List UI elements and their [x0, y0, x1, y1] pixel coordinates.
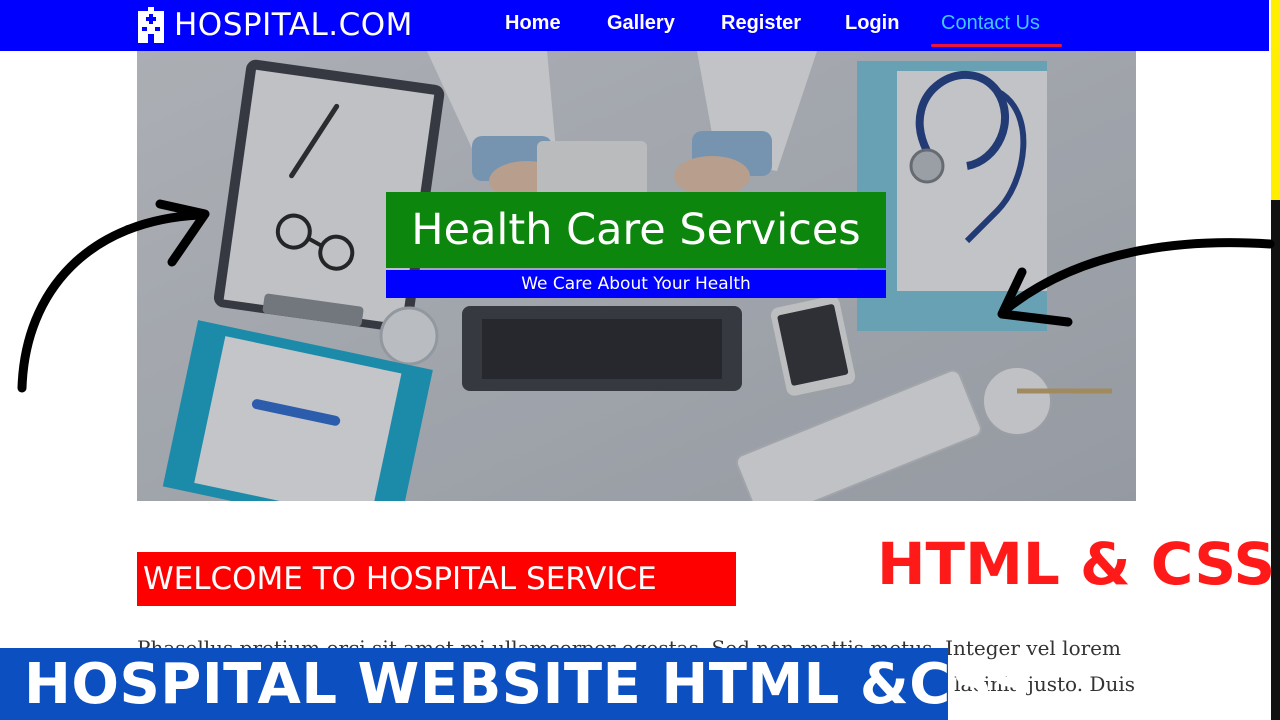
edge-stripe-black: [1271, 200, 1280, 720]
brand-logo[interactable]: HOSPITAL.COM: [136, 7, 413, 43]
brand-name: HOSPITAL.COM: [174, 7, 413, 43]
hero-subtitle: We Care About Your Health: [521, 274, 751, 294]
hero-title: Health Care Services: [411, 205, 861, 255]
nav-register-link[interactable]: Register: [721, 12, 801, 35]
bottom-banner: HOSPITAL WEBSITE HTML &CSS: [0, 648, 1030, 720]
welcome-heading-box: WELCOME TO HOSPITAL SERVICE: [137, 552, 736, 606]
hero-title-box: Health Care Services: [386, 192, 886, 268]
banner-text: HOSPITAL WEBSITE HTML &CSS: [24, 651, 1031, 717]
nav-home-link[interactable]: Home: [505, 12, 561, 35]
nav-contact-link[interactable]: Contact Us: [941, 12, 1040, 35]
active-nav-underline: [931, 44, 1062, 47]
edge-stripe-yellow: [1271, 0, 1280, 200]
welcome-heading: WELCOME TO HOSPITAL SERVICE: [143, 561, 657, 597]
hero-image: Health Care Services We Care About Your …: [137, 51, 1136, 501]
html-css-label: HTML & CSS: [877, 530, 1276, 598]
nav-gallery-link[interactable]: Gallery: [607, 12, 675, 35]
navbar: HOSPITAL.COM Home Gallery Register Login…: [0, 0, 1269, 51]
hospital-building-icon: [138, 7, 164, 43]
hero-subtitle-box: We Care About Your Health: [386, 270, 886, 298]
nav-login-link[interactable]: Login: [845, 12, 899, 35]
